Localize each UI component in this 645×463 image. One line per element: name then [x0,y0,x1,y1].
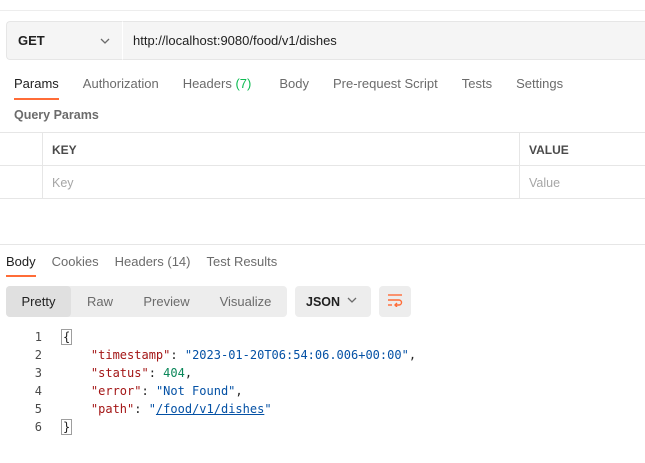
tab-settings[interactable]: Settings [516,74,563,100]
close-brace: } [60,419,73,435]
method-select[interactable]: GET [6,21,122,60]
json-value: "2023-01-20T06:54:06.006+00:00" [184,348,409,362]
language-label: JSON [306,294,341,309]
tab-label: Headers (14) [114,254,191,269]
response-divider [0,244,645,245]
tab-test-results[interactable]: Test Results [206,252,277,277]
tab-label: Tests [461,76,493,91]
tab-label: Authorization [82,76,159,91]
method-label: GET [18,33,45,48]
view-mode-switcher: Pretty Raw Preview Visualize [6,286,287,317]
tab-headers[interactable]: Headers (7) [183,74,252,100]
value-column-header: VALUE [529,142,569,157]
tab-label: Headers [182,76,232,91]
path-link[interactable]: /food/v1/dishes [156,402,264,416]
request-bar: GET http://localhost:9080/food/v1/dishes [6,21,645,60]
visualize-button[interactable]: Visualize [204,286,287,317]
key-column-header: KEY [52,142,77,157]
json-key: "error" [90,384,142,398]
tab-body[interactable]: Body [279,74,309,100]
chevron-down-icon [347,297,357,303]
tab-pre-request-script[interactable]: Pre-request Script [333,74,438,100]
query-params-title: Query Params [14,108,99,122]
tab-label: Params [14,76,59,91]
request-tabs: Params Authorization Headers (7) Body Pr… [14,74,563,100]
json-value: "Not Found" [155,384,236,398]
code-line: 4 "error": "Not Found", [0,382,645,400]
line-number: 5 [34,402,42,416]
table-header-row: KEY VALUE [0,133,645,166]
query-params-table: KEY VALUE Key Value [0,132,645,199]
code-line: 5 "path": "/food/v1/dishes" [0,400,645,418]
json-key: "status" [90,366,149,380]
pretty-button[interactable]: Pretty [6,286,71,317]
preview-button[interactable]: Preview [129,286,204,317]
json-key: "path" [90,402,135,416]
chevron-down-icon [100,38,110,44]
json-value: 404 [163,366,185,380]
tab-label: Cookies [51,254,99,269]
json-key: "timestamp" [90,348,171,362]
table-row: Key Value [0,166,645,199]
raw-button[interactable]: Raw [71,286,129,317]
code-line: 3 "status": 404, [0,364,645,382]
wrap-lines-icon [387,293,403,310]
code-line: 6 } [0,418,645,436]
key-input[interactable]: Key [52,166,74,199]
tab-label: Pre-request Script [332,76,438,91]
line-number: 1 [34,330,42,344]
language-select[interactable]: JSON [295,286,371,317]
top-divider [0,10,645,11]
response-tabs: Body Cookies Headers (14) Test Results [6,252,277,277]
line-number: 4 [34,384,42,398]
tab-params[interactable]: Params [14,74,59,100]
value-input[interactable]: Value [529,166,560,199]
tab-response-headers[interactable]: Headers (14) [115,252,191,277]
line-number: 6 [34,420,42,434]
tab-label: Body [6,254,36,269]
url-input[interactable]: http://localhost:9080/food/v1/dishes [122,21,645,60]
tab-label: Body [279,76,309,91]
tab-response-body[interactable]: Body [6,252,36,277]
headers-count: (7) [235,76,252,91]
tab-tests[interactable]: Tests [462,74,492,100]
tab-cookies[interactable]: Cookies [52,252,99,277]
line-number: 2 [34,348,42,362]
code-line: 2 "timestamp": "2023-01-20T06:54:06.006+… [0,346,645,364]
wrap-lines-button[interactable] [379,286,411,317]
line-number: 3 [34,366,42,380]
tab-label: Test Results [206,254,278,269]
tab-label: Settings [516,76,564,91]
tab-authorization[interactable]: Authorization [83,74,159,100]
code-line: 1 { [0,328,645,346]
open-brace: { [60,329,73,345]
